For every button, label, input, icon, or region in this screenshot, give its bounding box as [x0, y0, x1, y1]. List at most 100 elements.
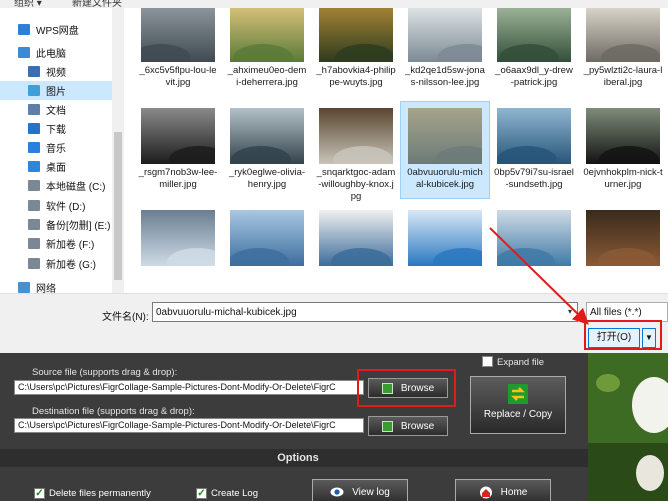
file-thumbnail [319, 108, 393, 164]
create-log-checkbox[interactable]: ✓ [196, 488, 207, 499]
nav-item[interactable]: 图片 [0, 81, 112, 100]
nav-item-label: WPS网盘 [36, 26, 79, 37]
open-dropdown-button[interactable]: ▼ [642, 328, 656, 348]
filename-input[interactable]: 0abvuuorulu-michal-kubicek.jpg ▾ [152, 302, 578, 322]
nav-item[interactable]: 下载 [0, 119, 112, 138]
open-file-dialog: 组织 ▾ 新建文件夹 WPS网盘此电脑视频图片文档下载音乐桌面 本地磁盘 (C:)… [0, 0, 668, 353]
figrcollage-panel: Expand file Source file (supports drag &… [0, 353, 588, 501]
nav-item-label: 文档 [46, 106, 66, 117]
nav-item-label: 软件 (D:) [46, 202, 86, 213]
desktop-folder-icon [28, 161, 40, 172]
destination-file-input[interactable]: C:\Users\pc\Pictures\FigrCollage-Sample-… [14, 418, 364, 433]
file-tile[interactable] [134, 204, 222, 284]
file-name: 0ejvnhokplm-nick-turner.jpg [583, 167, 663, 190]
delete-permanently-checkbox[interactable]: ✓ [34, 488, 45, 499]
create-log-label: Create Log [211, 488, 259, 499]
nav-item[interactable]: 视频 [0, 62, 112, 81]
file-thumbnail [230, 210, 304, 266]
nav-item[interactable]: 备份[勿删] (E:) [0, 215, 112, 234]
nav-item-label: 下载 [46, 125, 66, 136]
expand-file-checkbox[interactable] [482, 356, 493, 367]
file-tile[interactable]: _6xc5v5flpu-lou-levit.jpg [134, 8, 222, 96]
destination-browse-button[interactable]: Browse [368, 416, 448, 436]
drive-icon [28, 200, 40, 211]
file-tile[interactable]: _ryk0eglwe-olivia-henry.jpg [223, 102, 311, 198]
file-thumbnail [497, 210, 571, 266]
file-tile[interactable]: 0abvuuorulu-michal-kubicek.jpg [400, 101, 490, 199]
file-type-filter[interactable]: All files (*.*) [586, 302, 668, 322]
scrollbar-thumb[interactable] [114, 132, 122, 280]
nav-item[interactable]: 新加卷 (G:) [0, 254, 112, 273]
organize-menu[interactable]: 组织 ▾ [14, 0, 42, 8]
file-tile[interactable]: 0bp5v79i7su-israel-sundseth.jpg [490, 102, 578, 198]
nav-scrollbar[interactable] [112, 8, 124, 293]
nav-item-label: 图片 [46, 87, 66, 98]
file-tile[interactable]: _snqarktgoc-adam-willoughby-knox.jpg [312, 102, 400, 202]
nav-item-label: 备份[勿删] (E:) [46, 221, 111, 232]
network-icon [18, 282, 30, 293]
music-icon [28, 142, 40, 153]
file-name: _snqarktgoc-adam-willoughby-knox.jpg [316, 167, 396, 202]
background-photo [588, 353, 668, 501]
nav-item-label: 新加卷 (F:) [46, 240, 95, 251]
home-label: Home [500, 486, 528, 498]
replace-copy-label: Replace / Copy [483, 409, 553, 420]
file-tile[interactable]: 0ejvnhokplm-nick-turner.jpg [579, 102, 667, 198]
nav-item[interactable]: 本地磁盘 (C:) [0, 176, 112, 195]
cloud-icon [18, 24, 30, 35]
download-icon [28, 123, 40, 134]
nav-item[interactable]: 软件 (D:) [0, 196, 112, 215]
file-thumbnail [319, 210, 393, 266]
chevron-down-icon[interactable]: ▾ [563, 303, 577, 321]
file-thumbnail [141, 210, 215, 266]
home-icon [479, 486, 492, 498]
nav-item[interactable]: 文档 [0, 100, 112, 119]
filename-label: 文件名(N): [102, 312, 149, 323]
drive-icon [28, 219, 40, 230]
drive-icon [28, 238, 40, 249]
nav-item[interactable]: 新加卷 (F:) [0, 234, 112, 253]
file-tile[interactable]: _ahximeu0eo-demi-deherrera.jpg [223, 8, 311, 96]
home-button[interactable]: Home [455, 479, 551, 501]
file-name: _ryk0eglwe-olivia-henry.jpg [228, 167, 306, 190]
nav-item[interactable]: 此电脑 [0, 43, 112, 62]
file-tile[interactable] [223, 204, 311, 284]
video-folder-icon [28, 66, 40, 77]
file-tile[interactable] [312, 204, 400, 284]
file-tile[interactable] [490, 204, 578, 284]
file-thumbnail [497, 108, 571, 164]
destination-browse-label: Browse [400, 420, 435, 432]
file-tile[interactable] [579, 204, 667, 284]
file-tile[interactable] [401, 204, 489, 284]
file-tile[interactable]: _h7abovkia4-philippe-wuyts.jpg [312, 8, 400, 96]
file-tile[interactable]: _py5wlzti2c-laura-liberal.jpg [579, 8, 667, 96]
file-name: _6xc5v5flpu-lou-levit.jpg [139, 65, 217, 88]
eye-icon [330, 487, 344, 497]
dialog-bottom-bar: 文件名(N): 0abvuuorulu-michal-kubicek.jpg ▾… [0, 293, 668, 353]
file-thumbnail [141, 8, 215, 62]
highlight-box [357, 369, 456, 407]
drive-icon [28, 258, 40, 269]
nav-item-label: 音乐 [46, 144, 66, 155]
nav-item-label: 此电脑 [36, 49, 66, 60]
nav-item[interactable]: 网络 [0, 278, 112, 293]
source-file-input[interactable]: C:\Users\pc\Pictures\FigrCollage-Sample-… [14, 380, 364, 395]
nav-item[interactable]: 音乐 [0, 138, 112, 157]
new-folder-button[interactable]: 新建文件夹 [72, 0, 122, 8]
file-thumbnail [586, 108, 660, 164]
view-log-button[interactable]: View log [312, 479, 408, 501]
view-log-label: View log [352, 486, 390, 498]
drive-icon [28, 180, 40, 191]
file-tile[interactable]: _rsgm7nob3w-lee-miller.jpg [134, 102, 222, 198]
file-thumbnail [141, 108, 215, 164]
documents-folder-icon [28, 104, 40, 115]
replace-copy-button[interactable]: Replace / Copy [470, 376, 566, 434]
nav-item[interactable]: 桌面 [0, 157, 112, 176]
nav-item[interactable]: WPS网盘 [0, 20, 112, 39]
open-button[interactable]: 打开(O) [588, 328, 640, 348]
file-thumbnail [408, 108, 482, 164]
file-thumbnail [230, 108, 304, 164]
file-tile[interactable]: _o6aax9dl_y-drew-patrick.jpg [490, 8, 578, 96]
file-tile[interactable]: _kd2qe1d5sw-jonas-nilsson-lee.jpg [401, 8, 489, 96]
navigation-pane: WPS网盘此电脑视频图片文档下载音乐桌面 本地磁盘 (C:) 软件 (D:) 备份[勿… [0, 8, 124, 293]
